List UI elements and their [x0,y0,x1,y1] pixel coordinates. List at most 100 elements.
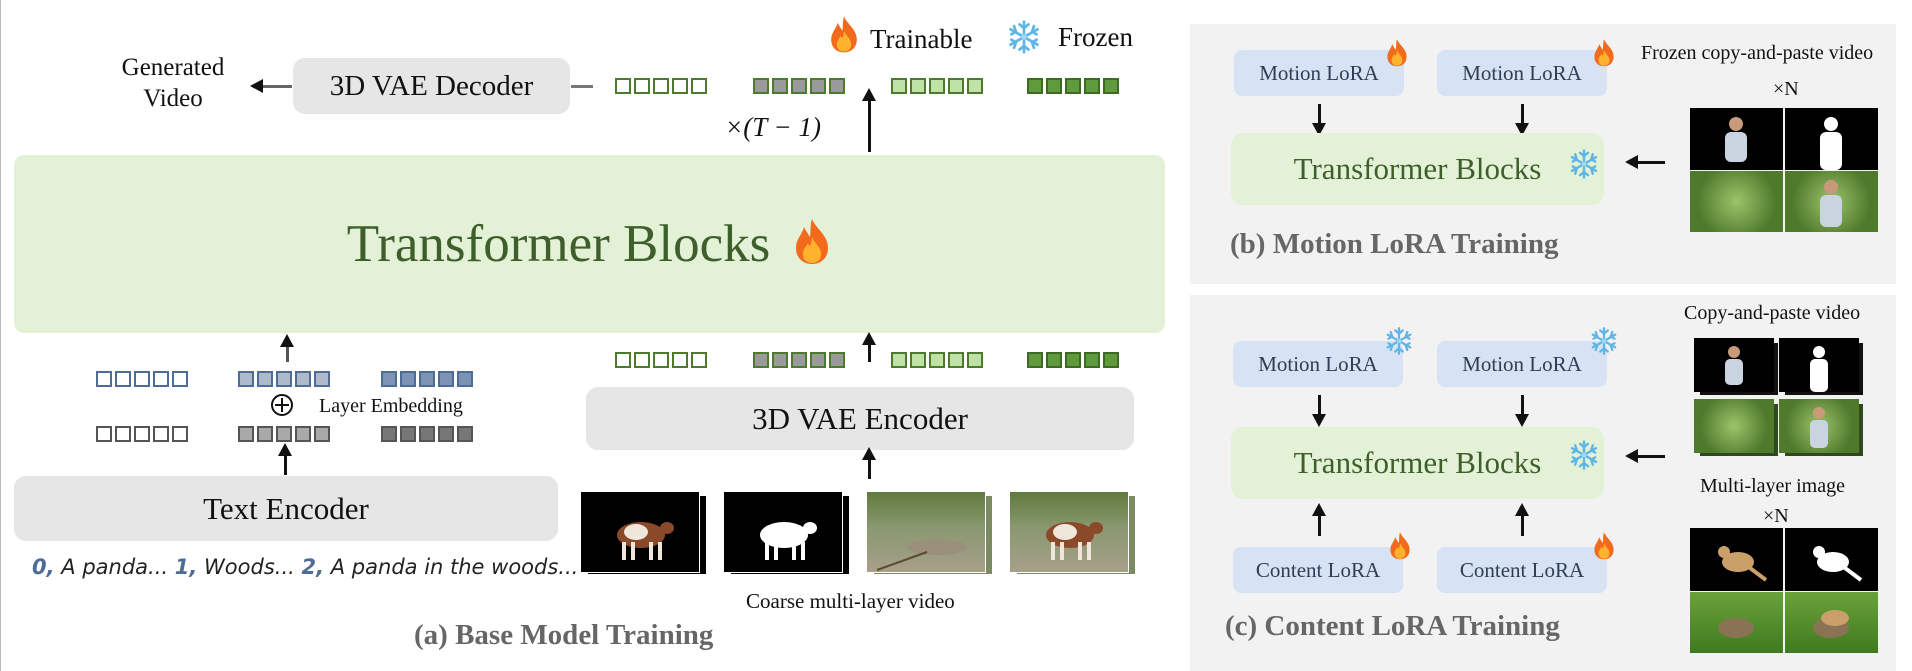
caption-b: (b) Motion LoRA Training [1230,228,1559,260]
thumb-person [1690,108,1783,170]
transformer-blocks-main: Transformer Blocks [14,155,1165,333]
frozen-video-label: Frozen copy-and-paste video [1641,42,1874,64]
thumb-grass [1690,592,1783,653]
cow-image [617,522,674,560]
frame-cow-black [580,491,700,573]
motion-lora-c1-label: Motion LoRA [1258,351,1378,376]
thumb-kangaroo [1690,528,1783,591]
text-encoder-box: Text Encoder [14,476,558,541]
video-to-transformer-arrow [862,332,876,362]
motion-lora-b1-label: Motion LoRA [1259,60,1379,85]
motion-lora-c1: Motion LoRA [1233,341,1403,387]
background-image [876,539,967,571]
lora-b2-arrow [1515,104,1529,136]
mask-image [760,522,817,560]
caption-a: (a) Base Model Training [414,619,714,651]
video-c-arrow [1625,449,1665,463]
vae-encoder-box: 3D VAE Encoder [586,387,1134,450]
text-to-transformer-arrow [280,334,294,362]
times-n-c: ×N [1763,505,1789,527]
legend-frozen: Frozen [1058,22,1133,52]
vae-encoder-label: 3D VAE Encoder [752,400,968,436]
legend-trainable: Trainable [870,24,973,54]
thumb-c-mask [1779,338,1859,392]
prompt-text: 0, A panda... 1, Woods... 2, A panda in … [32,555,579,579]
text-embed-tokens-2 [238,371,330,387]
snowflake-icon [1384,326,1414,356]
thumb-c-trees [1694,399,1774,453]
snowflake-icon [1589,326,1619,356]
vae-decoder-label: 3D VAE Decoder [329,69,534,102]
frame-mask [723,491,843,573]
lora-c2-arrow [1515,395,1529,427]
output-tokens-4 [1027,78,1119,94]
fire-icon [792,217,832,265]
motion-lora-c2-label: Motion LoRA [1462,351,1582,376]
repeat-arrow [862,88,876,152]
output-tokens-2 [753,78,845,94]
text-encoder-arrow [278,443,292,475]
motion-lora-b2: Motion LoRA [1437,50,1607,96]
layer-embedding-label: Layer Embedding [319,395,463,417]
lora-c1-arrow [1312,395,1326,427]
frame-composite [1009,491,1129,573]
fire-icon [1592,38,1616,67]
vae-encoder-arrow [862,447,876,479]
thumb-c-person [1694,338,1774,392]
transformer-blocks-b: Transformer Blocks [1231,133,1604,205]
content-lora-c2: Content LoRA [1437,547,1607,593]
content-c2-arrow [1515,503,1529,536]
lora-b1-arrow [1312,104,1326,136]
motion-lora-c2: Motion LoRA [1437,341,1607,387]
fire-icon [1385,38,1409,67]
text-tokens-1 [96,426,188,442]
video-tokens-1 [615,352,707,368]
thumb-person-mask [1785,108,1878,170]
transformer-blocks-c-label: Transformer Blocks [1293,445,1542,480]
snowflake-icon [1006,19,1042,55]
snowflake-icon [1568,439,1600,471]
multi-layer-image-label: Multi-layer image [1700,475,1845,497]
output-arrow [250,79,292,93]
text-embed-tokens-1 [96,371,188,387]
video-b-arrow [1625,155,1665,169]
transformer-blocks-b-label: Transformer Blocks [1293,151,1542,186]
fire-icon [1388,531,1412,560]
transformer-blocks-label: Transformer Blocks [346,215,771,273]
caption-c: (c) Content LoRA Training [1225,610,1560,642]
thumb-kangaroo-grass [1785,592,1878,653]
oplus-icon [271,394,293,416]
thumb-kangaroo-mask [1785,528,1878,591]
decoder-connector [571,85,593,88]
generated-video-label: Generated Video [121,54,225,112]
transformer-blocks-c: Transformer Blocks [1231,427,1604,499]
frame-background [866,491,986,573]
content-lora-c1: Content LoRA [1233,547,1403,593]
content-lora-c2-label: Content LoRA [1459,557,1585,582]
text-tokens-2 [238,426,330,442]
text-embed-tokens-3 [381,371,473,387]
output-tokens-1 [615,78,707,94]
content-c1-arrow [1312,503,1326,536]
motion-lora-b2-label: Motion LoRA [1462,60,1582,85]
video-tokens-4 [1027,352,1119,368]
motion-lora-b1: Motion LoRA [1234,50,1404,96]
fire-icon [1592,531,1616,560]
thumb-person-trees [1785,171,1878,232]
times-n-b: ×N [1773,78,1799,100]
coarse-video-label: Coarse multi-layer video [746,589,955,613]
snowflake-icon [1568,148,1600,180]
output-tokens-3 [891,78,983,94]
repeat-label: ×(T − 1) [725,112,821,142]
copy-paste-video-label: Copy-and-paste video [1684,302,1861,324]
thumb-trees [1690,171,1783,232]
video-tokens-3 [891,352,983,368]
vae-decoder-box: 3D VAE Decoder [293,58,570,114]
text-encoder-label: Text Encoder [203,490,369,526]
composite-image [1046,522,1103,560]
text-tokens-3 [381,426,473,442]
thumb-c-person-trees [1779,399,1859,453]
fire-icon [828,14,860,54]
content-lora-c1-label: Content LoRA [1255,557,1381,582]
video-tokens-2 [753,352,845,368]
